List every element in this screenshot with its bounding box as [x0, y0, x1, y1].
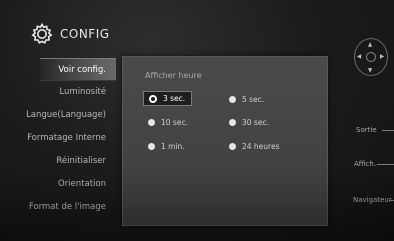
- option-label: 3 sec.: [163, 94, 186, 103]
- radio-icon: [148, 119, 155, 126]
- page-header: CONFIG: [30, 20, 110, 48]
- option-label: 10 sec.: [161, 118, 188, 127]
- page-title: CONFIG: [60, 27, 110, 41]
- option-label: 24 heures: [242, 142, 280, 151]
- menu-item-voir-config[interactable]: Voir config.: [40, 58, 116, 81]
- option-label: 30 sec.: [242, 118, 269, 127]
- radio-selected-icon: [149, 94, 157, 103]
- affich-line: [377, 164, 394, 165]
- arrow-down-icon[interactable]: ▼: [368, 68, 372, 74]
- radio-icon: [229, 96, 236, 103]
- arrow-right-icon[interactable]: ▶: [380, 54, 384, 60]
- radio-icon: [229, 119, 236, 126]
- option-label: 1 min.: [161, 142, 185, 151]
- option-3-sec[interactable]: 3 sec.: [143, 91, 193, 106]
- arrow-left-icon[interactable]: ◀: [357, 54, 361, 60]
- option-30-sec[interactable]: 30 sec.: [229, 115, 269, 130]
- option-label: 5 sec.: [242, 95, 265, 104]
- option-24-heures[interactable]: 24 heures: [229, 139, 280, 154]
- menu-item-formatage-interne[interactable]: Formatage Interne: [0, 127, 116, 150]
- navigateur-label[interactable]: Navigateur: [353, 196, 392, 204]
- option-10-sec[interactable]: 10 sec.: [148, 115, 188, 130]
- gear-icon: [30, 22, 54, 46]
- affich-label[interactable]: Affich.: [354, 160, 376, 168]
- option-1-min[interactable]: 1 min.: [148, 139, 185, 154]
- radio-icon: [229, 143, 236, 150]
- menu-item-langue[interactable]: Langue(Language): [0, 104, 116, 127]
- camera-screen: CONFIG Voir config. Luminosité Langue(La…: [0, 0, 394, 241]
- radio-icon: [148, 143, 155, 150]
- navigation-pad-icon[interactable]: ▲ ▼ ◀ ▶: [354, 38, 388, 76]
- navigateur-line: [389, 200, 394, 201]
- nav-center-button[interactable]: [366, 52, 376, 62]
- menu-item-reinitialiser[interactable]: Réinitialiser: [0, 150, 116, 173]
- menu-item-orientation[interactable]: Orientation: [0, 173, 116, 196]
- option-5-sec[interactable]: 5 sec.: [229, 92, 264, 107]
- sortie-label[interactable]: Sortie: [356, 126, 377, 134]
- menu-item-format-image[interactable]: Format de l'image: [0, 196, 116, 219]
- settings-menu: Voir config. Luminosité Langue(Language)…: [0, 58, 116, 219]
- sortie-line: [382, 130, 394, 131]
- panel-label: Afficher heure: [145, 71, 202, 80]
- menu-item-luminosite[interactable]: Luminosité: [0, 81, 116, 104]
- arrow-up-icon[interactable]: ▲: [368, 42, 372, 48]
- options-panel: Afficher heure 3 sec. 5 sec. 10 sec. 30 …: [122, 56, 328, 226]
